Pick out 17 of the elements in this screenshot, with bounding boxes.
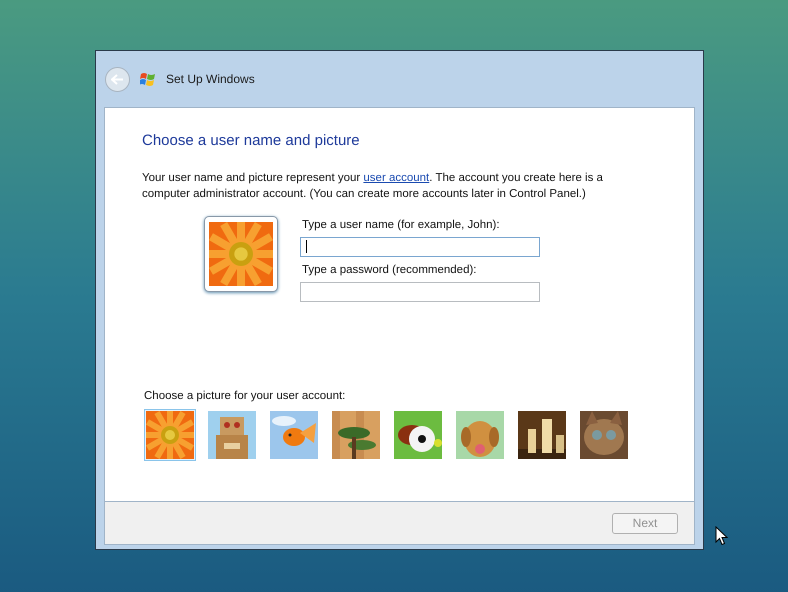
picture-option[interactable] — [578, 409, 630, 461]
field-label: Type a password (recommended): — [301, 262, 478, 278]
picture-option[interactable] — [392, 409, 444, 461]
picture-option[interactable] — [516, 409, 568, 461]
intro-text: Your user name and picture represent your user account. The account you create here is a computer administrator account. (You can create more accounts later in Control Panel.) — [142, 170, 604, 202]
page-heading: Choose a user name and picture — [142, 131, 361, 151]
field-label: Type a user name (for example, John): — [301, 218, 501, 232]
window-title: Set Up Windows — [166, 71, 255, 88]
picture-chooser-label: Choose a picture for your user account: — [144, 390, 346, 402]
back-arrow-icon — [111, 74, 124, 84]
mouse-pointer-icon — [715, 526, 728, 546]
input-field[interactable] — [300, 236, 540, 257]
windows-logo-icon — [140, 72, 156, 86]
picture-option[interactable] — [330, 409, 382, 461]
text-cursor — [306, 240, 307, 254]
user-account-link[interactable]: user account — [363, 172, 430, 184]
input-field[interactable] — [300, 282, 540, 302]
